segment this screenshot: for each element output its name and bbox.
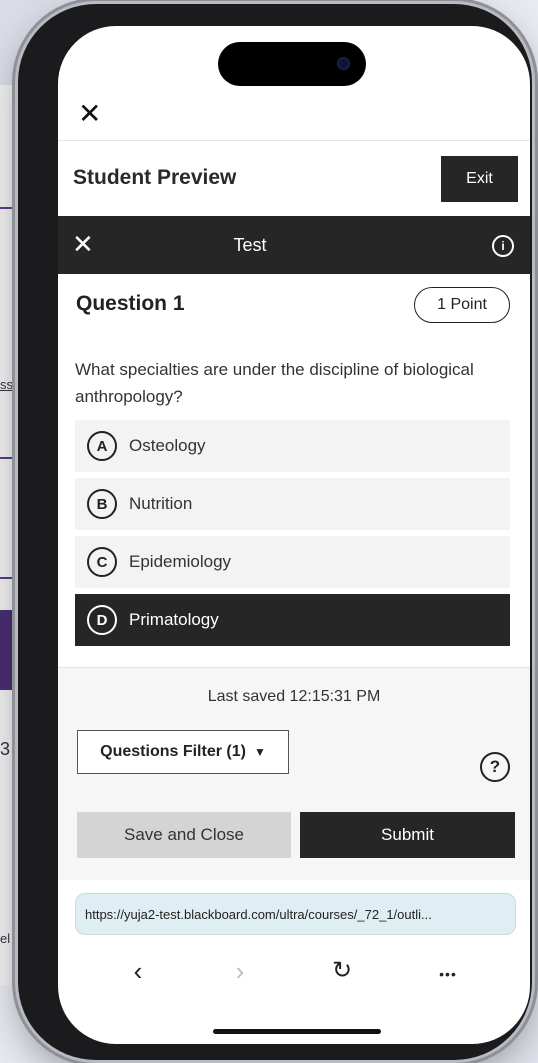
submit-button[interactable]: Submit: [300, 812, 515, 858]
page-title: Student Preview: [73, 166, 237, 189]
divider: [58, 140, 530, 141]
home-indicator[interactable]: [213, 1029, 381, 1034]
questions-filter-button[interactable]: Questions Filter (1) ▼: [77, 730, 289, 774]
phone-frame: ✕ Student Preview Exit ✕ Test i Question…: [18, 4, 532, 1060]
browser-url-bar[interactable]: https://yuja2-test.blackboard.com/ultra/…: [75, 893, 516, 935]
last-saved-status: Last saved 12:15:31 PM: [207, 688, 381, 705]
background-text: 3 .: [0, 739, 21, 759]
option-label: Primatology: [129, 610, 219, 629]
option-letter: C: [87, 547, 117, 577]
option-letter: A: [87, 431, 117, 461]
camera-icon: [337, 57, 350, 70]
caret-down-icon: ▼: [253, 745, 266, 759]
option-label: Osteology: [129, 436, 206, 455]
phone-screen: ✕ Student Preview Exit ✕ Test i Question…: [58, 26, 530, 1044]
option-letter: B: [87, 489, 117, 519]
close-icon[interactable]: ✕: [78, 100, 104, 128]
save-and-close-button[interactable]: Save and Close: [77, 812, 291, 858]
filter-label: Questions Filter (1): [100, 743, 246, 760]
answer-option-c[interactable]: C Epidemiology: [75, 536, 510, 588]
info-icon[interactable]: i: [492, 235, 514, 257]
more-options-icon[interactable]: •••: [428, 966, 468, 982]
exit-button[interactable]: Exit: [441, 156, 518, 202]
answer-option-a[interactable]: A Osteology: [75, 420, 510, 472]
question-title: Question 1: [76, 292, 185, 315]
background-text: el: [0, 931, 11, 946]
option-label: Epidemiology: [129, 552, 232, 571]
question-text: What specialties are under the disciplin…: [75, 360, 474, 406]
reload-icon[interactable]: ↻: [322, 956, 362, 985]
option-label: Nutrition: [129, 494, 193, 513]
forward-icon[interactable]: ›: [220, 956, 260, 987]
app-stage: ssi 3 . el ✕ Student Preview Exit ✕ Test…: [0, 0, 538, 1063]
points-badge: 1 Point: [414, 287, 510, 323]
background-link: ssi: [0, 377, 16, 392]
divider: [58, 667, 530, 668]
test-title: Test: [233, 235, 267, 255]
answer-option-d[interactable]: D Primatology: [75, 594, 510, 646]
dynamic-island: [218, 42, 366, 86]
help-icon[interactable]: ?: [480, 752, 510, 782]
test-header-bar: ✕ Test i: [58, 216, 530, 274]
option-letter: D: [87, 605, 117, 635]
back-icon[interactable]: ‹: [118, 956, 158, 987]
answer-option-b[interactable]: B Nutrition: [75, 478, 510, 530]
